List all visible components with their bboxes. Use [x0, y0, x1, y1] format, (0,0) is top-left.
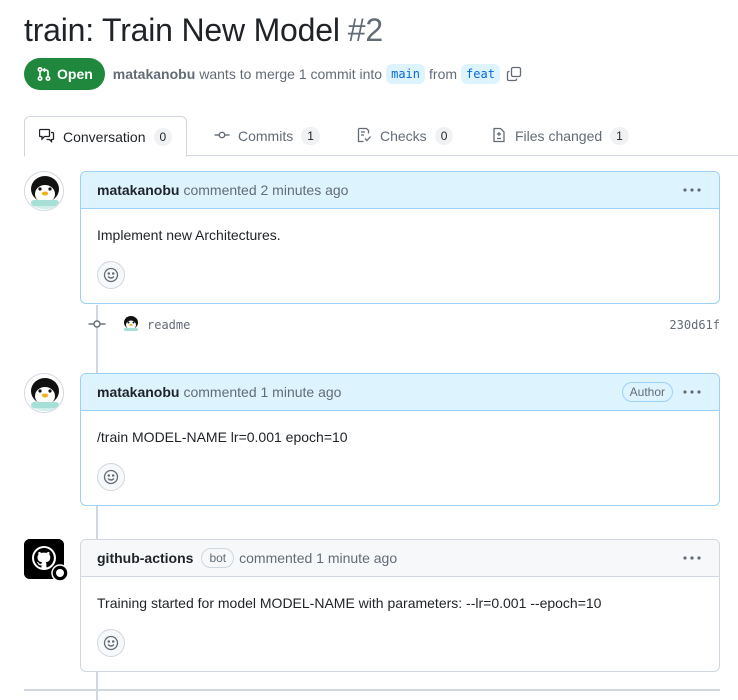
head-branch[interactable]: feat — [461, 64, 500, 84]
tab-checks-label: Checks — [380, 128, 427, 144]
pr-state-row: Open matakanobu wants to merge 1 commit … — [24, 58, 522, 90]
git-pull-request-icon — [36, 66, 52, 82]
git-commit-icon — [214, 127, 230, 146]
tab-files-changed-count: 1 — [610, 127, 629, 145]
from-text: from — [429, 66, 458, 82]
tab-checks-count: 0 — [434, 127, 454, 145]
comment-body-3: Training started for model MODEL-NAME wi… — [97, 595, 602, 611]
penguin-avatar[interactable] — [121, 314, 141, 334]
comment-timestamp-1[interactable]: commented 2 minutes ago — [183, 182, 348, 198]
comment-header-3: github-actions bot commented 1 minute ag… — [81, 540, 719, 577]
commit-message[interactable]: readme — [147, 318, 190, 332]
tab-commits[interactable]: Commits 1 — [214, 116, 320, 156]
comment-author-2[interactable]: matakanobu — [97, 384, 179, 400]
tab-conversation-label: Conversation — [63, 128, 146, 145]
checklist-icon — [356, 127, 372, 146]
pr-tabs: Conversation 0 Commits 1 Checks 0 Files … — [24, 116, 738, 157]
comment-timestamp-2[interactable]: commented 1 minute ago — [183, 384, 341, 400]
comment-card-2: matakanobu commented 1 minute ago Author… — [80, 373, 720, 506]
pr-title: train: Train New Model #2 — [24, 12, 383, 49]
git-commit-icon — [88, 317, 106, 334]
timeline-divider — [24, 689, 720, 691]
merge-text: wants to merge 1 commit into — [199, 66, 383, 82]
comment-header-1: matakanobu commented 2 minutes ago — [81, 172, 719, 209]
comment-timestamp-3[interactable]: commented 1 minute ago — [239, 550, 397, 566]
tab-conversation-count: 0 — [153, 127, 173, 146]
tab-conversation[interactable]: Conversation 0 — [24, 116, 188, 157]
tab-commits-count: 1 — [301, 127, 320, 145]
smiley-icon[interactable] — [97, 463, 125, 491]
comment-discussion-icon — [38, 127, 55, 146]
penguin-avatar[interactable] — [24, 171, 64, 211]
tab-checks[interactable]: Checks 0 — [356, 116, 454, 156]
pr-author-link[interactable]: matakanobu — [113, 66, 195, 82]
commit-sha[interactable]: 230d61f — [669, 318, 720, 332]
tab-files-changed-label: Files changed — [515, 128, 603, 144]
kebab-menu-icon[interactable] — [683, 382, 701, 402]
commit-event: readme 230d61f — [88, 313, 720, 335]
tab-commits-label: Commits — [238, 128, 294, 144]
github-actions-avatar[interactable] — [24, 539, 68, 582]
bot-badge: bot — [201, 548, 235, 568]
author-badge: Author — [621, 382, 673, 402]
smiley-icon[interactable] — [97, 629, 125, 657]
open-state-badge: Open — [24, 58, 105, 90]
kebab-menu-icon[interactable] — [683, 180, 701, 200]
tab-files-changed[interactable]: Files changed 1 — [491, 116, 629, 156]
pr-title-text: train: Train New Model — [24, 12, 340, 48]
pr-number: #2 — [347, 12, 383, 48]
comment-body-1: Implement new Architectures. — [97, 227, 281, 243]
kebab-menu-icon[interactable] — [683, 548, 701, 568]
comment-card-1: matakanobu commented 2 minutes ago Imple… — [80, 171, 720, 304]
comment-author-3[interactable]: github-actions — [97, 550, 193, 566]
comment-card-3: github-actions bot commented 1 minute ag… — [80, 539, 720, 672]
penguin-avatar[interactable] — [24, 373, 64, 413]
open-state-label: Open — [57, 66, 93, 82]
smiley-icon[interactable] — [97, 261, 125, 289]
comment-body-2: /train MODEL-NAME lr=0.001 epoch=10 — [97, 429, 348, 445]
comment-author-1[interactable]: matakanobu — [97, 182, 179, 198]
comment-header-2: matakanobu commented 1 minute ago Author — [81, 374, 719, 411]
merge-description: matakanobu wants to merge 1 commit into … — [113, 64, 522, 84]
file-diff-icon — [491, 127, 507, 146]
copy-icon[interactable] — [506, 66, 522, 82]
base-branch[interactable]: main — [386, 64, 426, 84]
